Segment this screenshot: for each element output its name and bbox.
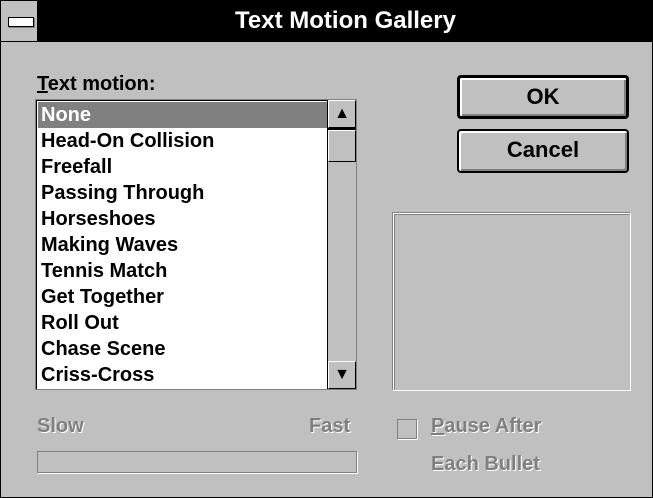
list-scrollbar[interactable]: ▲ ▼ bbox=[327, 100, 356, 389]
scroll-up-icon: ▲ bbox=[334, 105, 350, 122]
scroll-down-icon: ▼ bbox=[334, 366, 350, 383]
text-motion-gallery-dialog: Text Motion Gallery Text motion: None Hea… bbox=[0, 0, 653, 498]
list-item[interactable]: Get Together bbox=[38, 284, 328, 310]
system-menu-icon bbox=[8, 17, 34, 27]
pause-after-label: Pause After bbox=[431, 415, 541, 438]
window-title: Text Motion Gallery bbox=[235, 7, 456, 34]
pause-after-each-bullet-checkbox[interactable] bbox=[397, 419, 417, 439]
text-motion-listbox[interactable]: None Head-On Collision Freefall Passing Thr… bbox=[35, 99, 357, 390]
speed-slow-label: Slow bbox=[37, 415, 84, 437]
ok-button[interactable]: OK bbox=[457, 75, 629, 119]
list-item[interactable]: Roll Out bbox=[38, 310, 328, 336]
text-motion-label-text: ext motion: bbox=[47, 73, 156, 95]
pause-accelerator: P bbox=[431, 415, 445, 437]
text-motion-label: Text motion: bbox=[37, 73, 156, 96]
scroll-up-button[interactable]: ▲ bbox=[328, 100, 356, 128]
speed-fast-label: Fast bbox=[309, 415, 351, 437]
title-bar: Text Motion Gallery bbox=[1, 1, 652, 42]
list-item[interactable]: Chase Scene bbox=[38, 336, 328, 362]
scroll-thumb[interactable] bbox=[328, 130, 356, 162]
text-motion-label-accelerator: T bbox=[37, 73, 48, 95]
list-item[interactable]: Head-On Collision bbox=[38, 128, 328, 154]
pause-after-text: ause After bbox=[444, 415, 542, 437]
list-item[interactable]: Freefall bbox=[38, 154, 328, 180]
list-items: None Head-On Collision Freefall Passing Thr… bbox=[38, 102, 328, 389]
list-item[interactable]: Passing Through bbox=[38, 180, 328, 206]
list-item[interactable]: None bbox=[38, 102, 328, 128]
list-item[interactable]: Making Waves bbox=[38, 232, 328, 258]
speed-slider[interactable] bbox=[37, 451, 357, 473]
scroll-down-button[interactable]: ▼ bbox=[328, 361, 356, 389]
list-item[interactable]: Horseshoes bbox=[38, 206, 328, 232]
each-bullet-label: Each Bullet bbox=[431, 453, 540, 475]
cancel-button[interactable]: Cancel bbox=[457, 129, 629, 173]
motion-preview-area bbox=[393, 213, 631, 391]
list-item[interactable]: Criss-Cross bbox=[38, 362, 328, 388]
list-item[interactable]: Tennis Match bbox=[38, 258, 328, 284]
system-menu-button[interactable] bbox=[1, 1, 39, 41]
